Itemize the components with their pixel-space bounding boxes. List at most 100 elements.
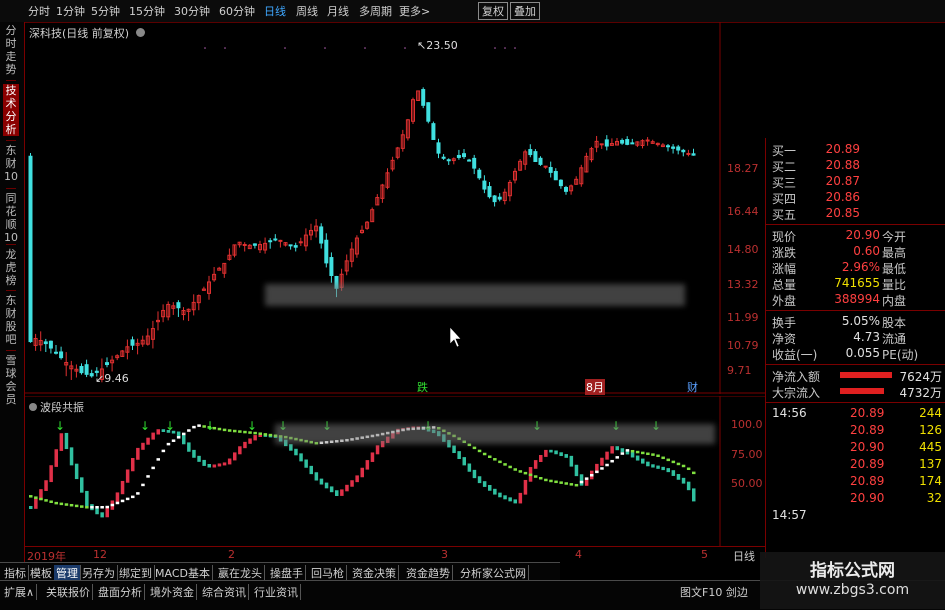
indicator-bar	[202, 459, 206, 466]
tab-period-15min[interactable]: 15分钟	[129, 3, 165, 19]
site-watermark: 指标公式网 www.zbgs3.com	[760, 552, 945, 609]
indicator-bar	[197, 455, 201, 462]
indicator-chart[interactable]: 波段共振 ↓↓↓↓↓↓↓↓↓↓↓ 100.0 75.00 50.00	[25, 396, 765, 546]
indicator-line-segment	[182, 432, 186, 436]
tab-reversal[interactable]: 回马枪	[309, 565, 347, 581]
candle-body	[89, 373, 94, 377]
indicator-bar	[539, 455, 543, 462]
indicator-bar	[192, 449, 196, 458]
candle-body	[681, 149, 686, 153]
f10-link[interactable]: 图文F10 剑边	[680, 584, 748, 600]
event-marker-august[interactable]: 8月	[585, 379, 605, 395]
indicator-line-segment	[233, 429, 237, 433]
indicator-bar	[457, 451, 461, 459]
tab-fund-trend[interactable]: 资金趋势	[404, 565, 453, 581]
candlestick-chart[interactable]: 深科技(日线 前复权) ↖23.50 ↙9.46 18.27 16.44 14.…	[25, 22, 765, 395]
indicator-bar	[248, 438, 252, 444]
signal-dot	[324, 47, 326, 49]
indicator-line-segment	[549, 479, 553, 483]
x-tick: 2	[228, 548, 235, 561]
indicator-line-segment	[600, 467, 604, 470]
indicator-line-segment	[482, 452, 487, 456]
candle-body	[467, 159, 472, 162]
indicator-line-segment	[564, 482, 568, 485]
candle-body	[604, 139, 609, 147]
flow-row: 大宗流入 4732万	[772, 386, 942, 400]
indicator-line-segment	[258, 432, 262, 435]
tab-related-quotes[interactable]: 关联报价	[44, 584, 93, 600]
vtab-eastmoney[interactable]: 东财10	[3, 144, 19, 183]
tab-foreign-funds[interactable]: 境外资金	[148, 584, 197, 600]
bid-row: 买三 20.87	[772, 174, 860, 190]
indicator-tabs: 指标 模板 管理 另存为 绑定到 MACD基本 嬴在龙头 操盘手 回马枪 资金决…	[0, 562, 560, 581]
vtab-intraday[interactable]: 分时走势	[3, 24, 19, 76]
indicator-line-segment	[166, 442, 171, 446]
indicator-line-segment	[544, 478, 548, 482]
candle-body	[553, 171, 558, 181]
vtab-dragon-tiger[interactable]: 龙虎榜	[3, 248, 19, 287]
tab-fund-decision[interactable]: 资金决策	[350, 565, 399, 581]
tab-bind-to[interactable]: 绑定到	[117, 565, 155, 581]
indicator-bar	[95, 508, 99, 515]
tab-period-monthly[interactable]: 月线	[327, 3, 349, 19]
stat-row: 总量 741655 量比	[772, 276, 907, 292]
indicator-line-segment	[54, 501, 58, 505]
indicator-line-segment	[74, 504, 79, 508]
indicator-line-segment	[681, 464, 686, 468]
indicator-line-segment	[80, 505, 84, 508]
buy-signal-arrow-icon: ↓	[140, 419, 150, 433]
vtab-tonghuashun[interactable]: 同花顺10	[3, 192, 19, 244]
tab-market-analysis[interactable]: 盘面分析	[96, 584, 145, 600]
tab-period-30min[interactable]: 30分钟	[174, 3, 210, 19]
vtab-technical[interactable]: 技术分析	[3, 84, 19, 136]
tab-expand[interactable]: 扩展∧	[2, 584, 38, 600]
indicator-bar	[85, 490, 89, 507]
tab-formula-site[interactable]: 分析家公式网	[458, 565, 529, 581]
indicator-line-segment	[666, 458, 670, 462]
candle-svg	[25, 22, 765, 394]
indicator-bar	[233, 452, 237, 461]
indicator-line-segment	[641, 451, 645, 455]
tab-industry-news[interactable]: 行业资讯	[252, 584, 301, 600]
indicator-line-segment	[49, 500, 53, 504]
tab-period-weekly[interactable]: 周线	[296, 3, 318, 19]
candle-body	[431, 123, 436, 140]
tab-trader[interactable]: 操盘手	[268, 565, 306, 581]
indicator-line-segment	[131, 495, 135, 499]
tab-save-as[interactable]: 另存为	[80, 565, 118, 581]
indicator-line-segment	[493, 458, 497, 461]
tab-period-5min[interactable]: 5分钟	[91, 3, 120, 19]
divider	[766, 364, 945, 365]
tab-period-1min[interactable]: 1分钟	[56, 3, 85, 19]
vtab-divider	[6, 80, 16, 81]
event-marker-drop[interactable]: 跌	[417, 379, 428, 395]
tab-period-intraday[interactable]: 分时	[28, 3, 50, 19]
overlay-button[interactable]: 叠加	[510, 2, 540, 20]
candle-body	[676, 146, 681, 151]
tab-period-multi[interactable]: 多周期	[359, 3, 392, 19]
buy-signal-arrow-icon: ↓	[247, 419, 257, 433]
indicator-line-segment	[671, 460, 676, 464]
indicator-line-segment	[39, 497, 43, 501]
tab-period-more[interactable]: 更多>	[399, 3, 430, 19]
tab-win-leader[interactable]: 嬴在龙头	[216, 565, 265, 581]
tab-indicator[interactable]: 指标	[2, 565, 29, 581]
candle-body	[59, 351, 64, 359]
tab-period-60min[interactable]: 60分钟	[219, 3, 255, 19]
tab-period-daily[interactable]: 日线	[264, 3, 286, 19]
stat-row: 涨跌 0.60 最高	[772, 244, 907, 260]
tab-template[interactable]: 模板	[28, 565, 55, 581]
vtab-snowball[interactable]: 雪球会员	[3, 354, 19, 406]
indicator-bar	[59, 433, 64, 451]
indicator-line-segment	[559, 481, 563, 484]
vtab-stock-forum[interactable]: 东财股吧	[3, 294, 19, 346]
tab-macd-basic[interactable]: MACD基本	[153, 565, 213, 581]
indicator-line-segment	[656, 454, 660, 458]
indicator-bar	[125, 469, 130, 483]
bid-row: 买一 20.89	[772, 142, 860, 158]
event-marker-finance[interactable]: 财	[687, 379, 698, 395]
tab-general-news[interactable]: 综合资讯	[200, 584, 249, 600]
bid-row: 买五 20.85	[772, 206, 860, 222]
tab-manage[interactable]: 管理	[54, 565, 81, 581]
adjust-button[interactable]: 复权	[478, 2, 508, 20]
